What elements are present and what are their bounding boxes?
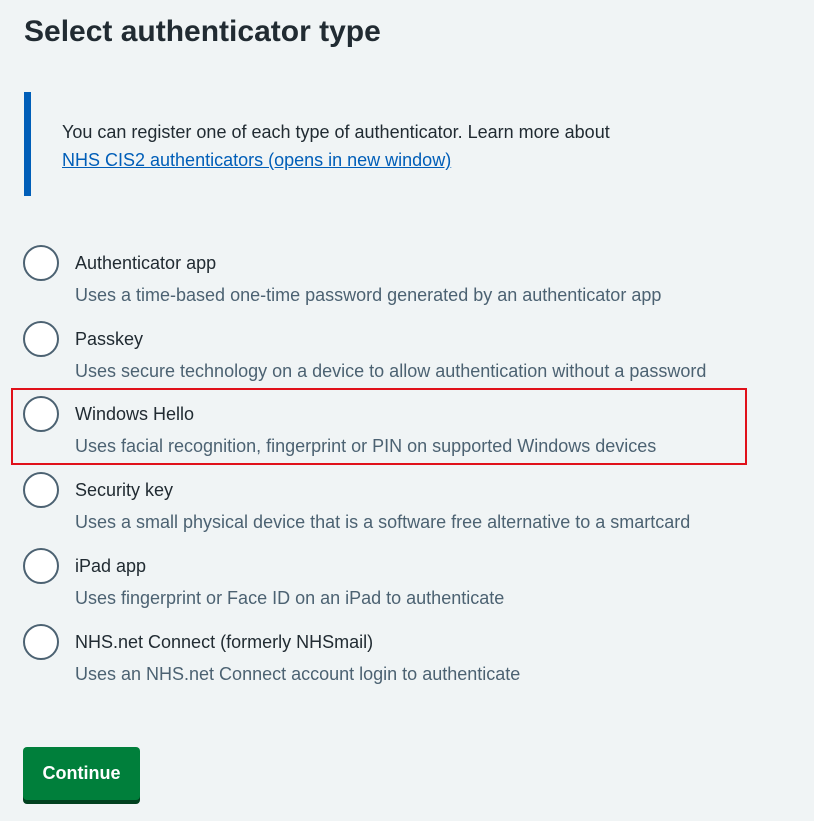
radio-option-windows-hello[interactable]: Windows Hello Uses facial recognition, f… (22, 396, 802, 466)
radio-option-passkey[interactable]: Passkey Uses secure technology on a devi… (22, 321, 802, 391)
radio-button[interactable] (23, 245, 59, 281)
radio-hint: Uses an NHS.net Connect account login to… (75, 664, 521, 684)
radio-label[interactable]: Windows Hello (75, 402, 194, 426)
radio-hint: Uses a small physical device that is a s… (75, 512, 691, 532)
continue-button[interactable]: Continue (23, 747, 140, 800)
radio-label[interactable]: Passkey (75, 327, 143, 351)
radio-hint: Uses a time-based one-time password gene… (75, 285, 662, 305)
page-title: Select authenticator type (24, 15, 381, 48)
radio-hint: Uses secure technology on a device to al… (75, 361, 707, 381)
authenticators-info-link[interactable]: NHS CIS2 authenticators (opens in new wi… (62, 150, 451, 170)
radio-button[interactable] (23, 624, 59, 660)
radio-label[interactable]: Authenticator app (75, 251, 216, 275)
radio-option-security-key[interactable]: Security key Uses a small physical devic… (22, 472, 802, 542)
radio-option-ipad-app[interactable]: iPad app Uses fingerprint or Face ID on … (22, 548, 802, 618)
radio-hint: Uses fingerprint or Face ID on an iPad t… (75, 588, 505, 608)
radio-button[interactable] (23, 396, 59, 432)
radio-label[interactable]: iPad app (75, 554, 146, 578)
radio-button[interactable] (23, 472, 59, 508)
radio-option-authenticator-app[interactable]: Authenticator app Uses a time-based one-… (22, 245, 802, 315)
radio-button[interactable] (23, 321, 59, 357)
radio-label[interactable]: NHS.net Connect (formerly NHSmail) (75, 630, 373, 654)
radio-hint: Uses facial recognition, fingerprint or … (75, 436, 657, 456)
radio-option-nhsnet-connect[interactable]: NHS.net Connect (formerly NHSmail) Uses … (22, 624, 802, 694)
radio-label[interactable]: Security key (75, 478, 173, 502)
info-inset: You can register one of each type of aut… (24, 92, 764, 196)
radio-button[interactable] (23, 548, 59, 584)
inset-message: You can register one of each type of aut… (62, 122, 610, 142)
inset-text: You can register one of each type of aut… (62, 118, 610, 174)
